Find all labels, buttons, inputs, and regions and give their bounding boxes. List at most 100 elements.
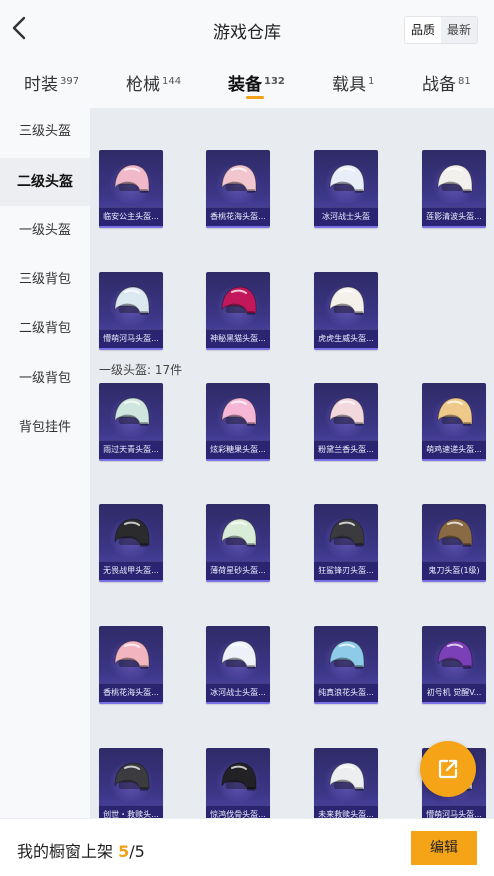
item-grid: 一级头盔: 17件 临安公主头盔... 香桃花海头盔... 冰河战士头盔 莲影清波头盔… <box>90 108 494 818</box>
edit-button[interactable]: 编辑 <box>411 831 477 865</box>
item-name: 纯真浪花头盔... <box>314 683 378 702</box>
card-bottom-bar <box>422 226 486 228</box>
item-card[interactable]: 炫彩糖果头盔... <box>206 383 270 461</box>
tab-label: 战备 <box>422 75 456 95</box>
tab-count: 144 <box>162 76 182 87</box>
item-image <box>109 634 153 678</box>
item-card[interactable]: 未来救赎头盔... <box>314 748 378 818</box>
item-name: 虎虎生威头盔... <box>314 329 378 348</box>
category-tabs: 时装 397 枪械 144 装备 132 载具 1 战备 81 <box>0 58 494 108</box>
card-bottom-bar <box>422 580 486 582</box>
showcase-current-count: 5 <box>118 842 130 861</box>
card-bottom-bar <box>206 226 270 228</box>
tab-fashion[interactable]: 时装 397 <box>24 70 79 95</box>
helmet-rose-icon <box>329 397 365 426</box>
sidebar-item-level2-backpack[interactable]: 二级背包 <box>0 305 90 353</box>
sort-toggle: 品质 最新 <box>403 16 478 44</box>
card-bottom-bar <box>99 348 163 350</box>
item-name: 懵萌河马头盔... <box>99 329 163 348</box>
share-button[interactable] <box>420 741 476 797</box>
helmet-white-grey-icon <box>329 762 365 791</box>
item-card[interactable]: 香桃花海头盔... <box>99 626 163 704</box>
item-name: 粉黛兰香头盔... <box>314 440 378 459</box>
item-card[interactable]: 冰河战士头盔... <box>206 626 270 704</box>
item-image <box>324 158 368 202</box>
item-name: 无畏战甲头盔... <box>99 561 163 580</box>
item-card[interactable]: 初号机 觉醒V... <box>422 626 486 704</box>
item-name: 初号机 觉醒V... <box>422 683 486 702</box>
item-card[interactable]: 临安公主头盔... <box>99 150 163 228</box>
item-name: 创世・救赎头... <box>99 805 163 818</box>
sidebar-item-level2-helmet[interactable]: 二级头盔 <box>0 158 90 206</box>
item-name: 雨过天青头盔... <box>99 440 163 459</box>
item-image <box>109 158 153 202</box>
sidebar-item-level3-helmet[interactable]: 三级头盔 <box>0 108 90 156</box>
showcase-label: 我的橱窗上架 <box>17 842 114 861</box>
item-name: 香桃花海头盔... <box>99 683 163 702</box>
item-card[interactable]: 纯真浪花头盔... <box>314 626 378 704</box>
item-card[interactable]: 创世・救赎头... <box>99 748 163 818</box>
item-card[interactable]: 萌鸡速递头盔... <box>422 383 486 461</box>
item-card[interactable]: 惊鸿伐骨头盔... <box>206 748 270 818</box>
tab-count: 81 <box>458 76 471 87</box>
helmet-purple-icon <box>437 640 473 669</box>
item-card[interactable]: 香桃花海头盔... <box>206 150 270 228</box>
card-bottom-bar <box>206 348 270 350</box>
item-image <box>109 512 153 556</box>
item-image <box>216 158 260 202</box>
tab-battle-gear[interactable]: 战备 81 <box>422 70 471 95</box>
sort-newest-button[interactable]: 最新 <box>440 17 477 43</box>
card-bottom-bar <box>422 459 486 461</box>
item-card[interactable]: 狂鲨锋刃头盔... <box>314 504 378 582</box>
item-card[interactable]: 雨过天青头盔... <box>99 383 163 461</box>
item-card[interactable]: 粉黛兰香头盔... <box>314 383 378 461</box>
card-bottom-bar <box>314 226 378 228</box>
helmet-mint-icon <box>114 397 150 426</box>
item-card[interactable]: 冰河战士头盔 <box>314 150 378 228</box>
tab-label: 装备 <box>228 75 262 95</box>
tab-equipment[interactable]: 装备 132 <box>228 70 285 95</box>
share-external-icon <box>438 759 458 779</box>
item-card[interactable]: 无畏战甲头盔... <box>99 504 163 582</box>
item-name: 未来救赎头盔... <box>314 805 378 818</box>
card-bottom-bar <box>99 580 163 582</box>
helmet-shark-icon <box>329 518 365 547</box>
card-bottom-bar <box>99 702 163 704</box>
item-card[interactable]: 神秘黑猫头盔... <box>206 272 270 350</box>
helmet-pink-floral-icon <box>114 164 150 193</box>
bottom-bar: 我的橱窗上架 5/5 编辑 <box>0 818 494 876</box>
item-card[interactable]: 懵萌河马头盔... <box>99 272 163 350</box>
sidebar-item-level3-backpack[interactable]: 三级背包 <box>0 256 90 304</box>
item-card[interactable]: 莲影清波头盔... <box>422 150 486 228</box>
helmet-chick-icon <box>437 397 473 426</box>
item-name: 莲影清波头盔... <box>422 207 486 226</box>
item-image <box>324 391 368 435</box>
helmet-samurai-icon <box>437 518 473 547</box>
item-card[interactable]: 虎虎生威头盔... <box>314 272 378 350</box>
tab-vehicles[interactable]: 载具 1 <box>332 70 374 95</box>
sidebar: 三级头盔 二级头盔 一级头盔 三级背包 二级背包 一级背包 背包挂件 <box>0 108 90 818</box>
item-name: 萌鸡速递头盔... <box>422 440 486 459</box>
card-bottom-bar <box>99 459 163 461</box>
sidebar-item-backpack-charm[interactable]: 背包挂件 <box>0 404 90 452</box>
item-card[interactable]: 鬼刀头盔(1级) <box>422 504 486 582</box>
item-image <box>216 512 260 556</box>
card-bottom-bar <box>206 580 270 582</box>
item-image <box>432 512 476 556</box>
helmet-hippo-icon <box>114 286 150 315</box>
item-image <box>109 280 153 324</box>
showcase-status: 我的橱窗上架 5/5 <box>17 838 145 862</box>
helmet-dark-gold-icon <box>114 518 150 547</box>
tab-firearms[interactable]: 枪械 144 <box>126 70 181 95</box>
card-bottom-bar <box>314 580 378 582</box>
sort-quality-button[interactable]: 品质 <box>404 17 441 43</box>
helmet-mint-green-icon <box>221 518 257 547</box>
top-bar: 游戏仓库 品质 最新 <box>0 0 494 58</box>
card-bottom-bar <box>314 459 378 461</box>
sidebar-item-level1-helmet[interactable]: 一级头盔 <box>0 207 90 255</box>
item-name: 香桃花海头盔... <box>206 207 270 226</box>
helmet-blue-white-icon <box>329 164 365 193</box>
helmet-wave-icon <box>329 640 365 669</box>
item-card[interactable]: 薄荷星砂头盔... <box>206 504 270 582</box>
sidebar-item-level1-backpack[interactable]: 一级背包 <box>0 355 90 403</box>
